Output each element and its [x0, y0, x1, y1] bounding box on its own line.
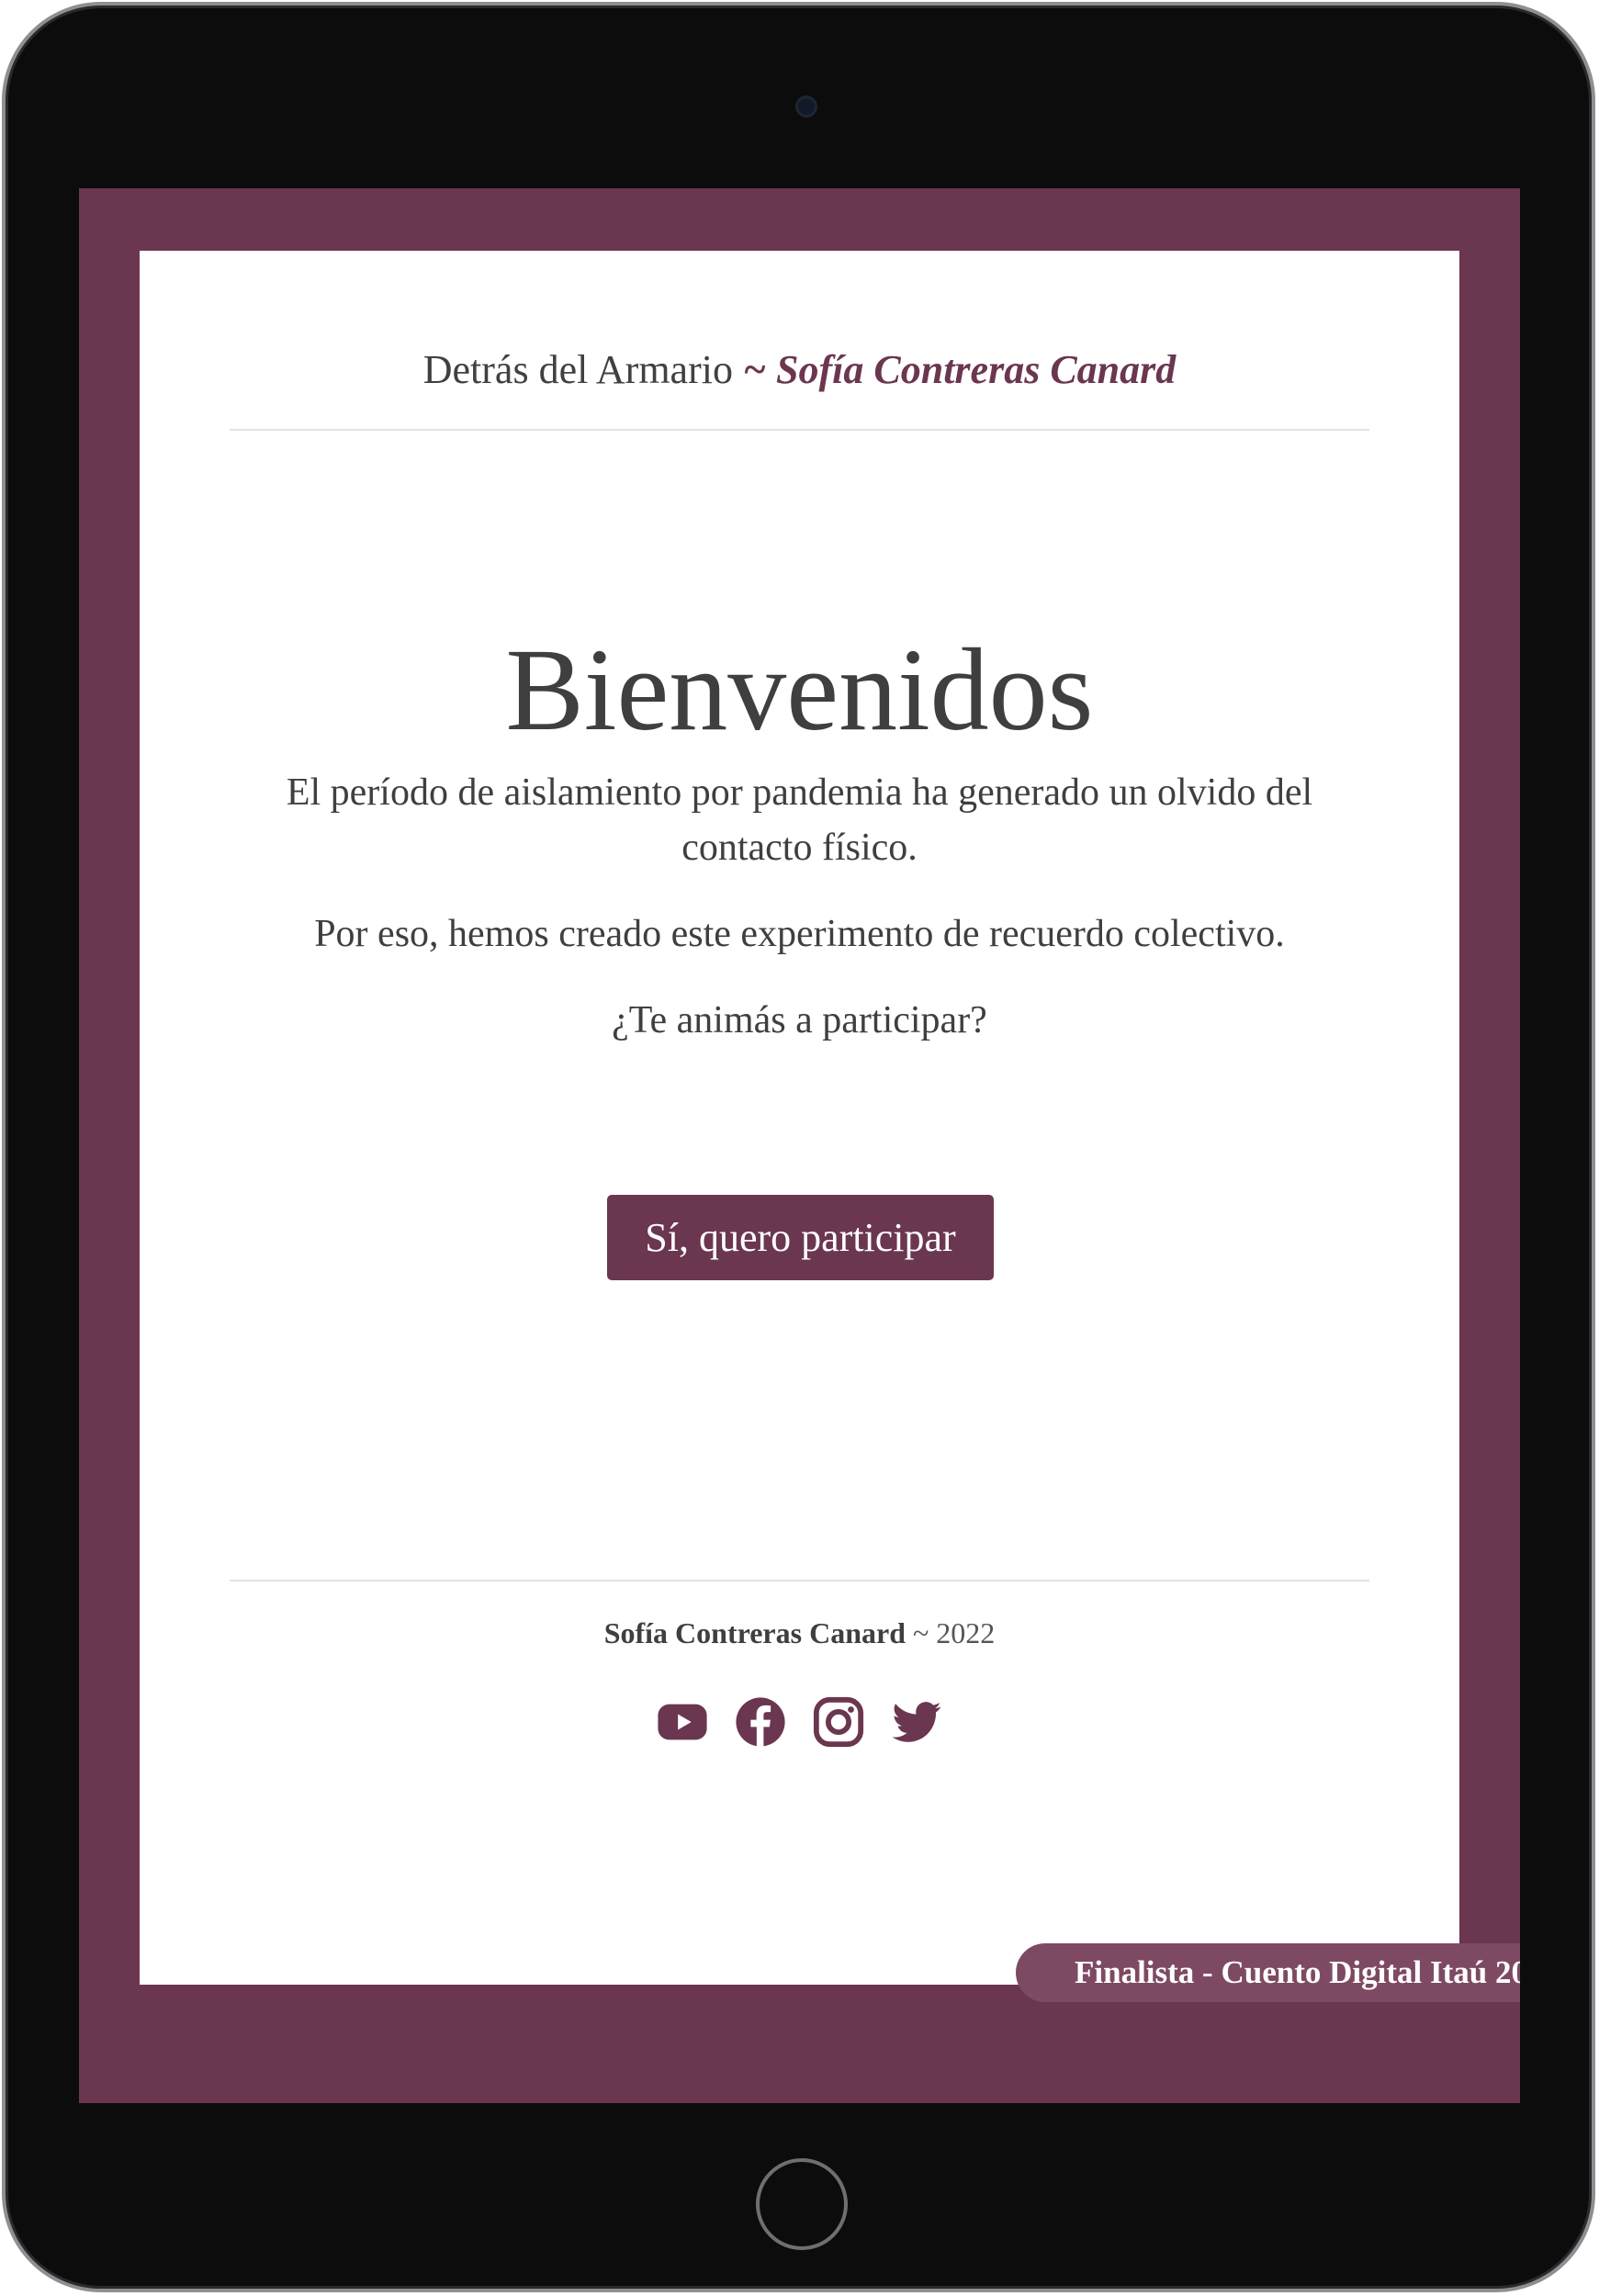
facebook-icon[interactable]	[734, 1695, 787, 1749]
footer-credit: Sofía Contreras Canard ~ 2022	[230, 1613, 1369, 1653]
content-card: Detrás del Armario ~ Sofía Contreras Can…	[140, 251, 1459, 1985]
site-author: ~ Sofía Contreras Canard	[742, 347, 1177, 392]
intro-paragraph: El período de aislamiento por pandemia h…	[286, 771, 1313, 869]
social-links	[230, 1695, 1369, 1749]
screen: Detrás del Armario ~ Sofía Contreras Can…	[79, 188, 1520, 2103]
question-paragraph: ¿Te animás a participar?	[612, 999, 987, 1041]
site-footer: Sofía Contreras Canard ~ 2022	[230, 1580, 1369, 1749]
finalist-badge: Finalista - Cuento Digital Itaú 2020	[1016, 1943, 1520, 2002]
home-button[interactable]	[756, 2158, 848, 2250]
footer-author: Sofía Contreras Canard	[603, 1616, 906, 1649]
twitter-icon[interactable]	[890, 1695, 943, 1749]
instagram-icon[interactable]	[812, 1695, 865, 1749]
experiment-paragraph: Por eso, hemos creado este experimento d…	[314, 913, 1285, 955]
footer-year: ~ 2022	[912, 1616, 996, 1649]
camera-lens	[795, 96, 817, 118]
participate-button[interactable]: Sí, quero participar	[607, 1195, 994, 1280]
site-title-text: Detrás del Armario	[422, 347, 733, 392]
site-header: Detrás del Armario ~ Sofía Contreras Can…	[230, 341, 1369, 431]
site-title[interactable]: Detrás del Armario ~ Sofía Contreras Can…	[423, 341, 1177, 400]
youtube-icon[interactable]	[656, 1695, 709, 1749]
page-title: Bienvenidos	[505, 625, 1094, 755]
hero-section: Bienvenidos El período de aislamiento po…	[140, 622, 1459, 1048]
